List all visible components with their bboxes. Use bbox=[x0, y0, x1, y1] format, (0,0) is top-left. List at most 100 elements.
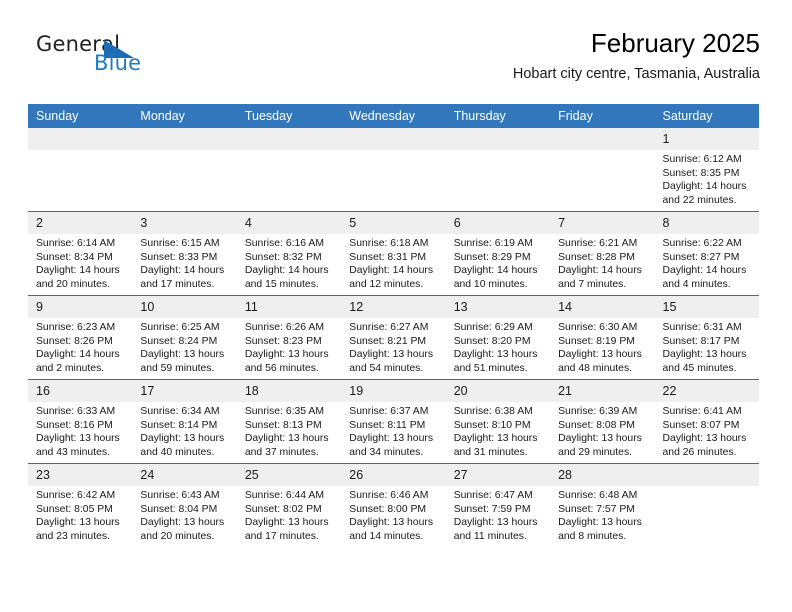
sun-info: Sunrise: 6:41 AM Sunset: 8:07 PM Daylight:… bbox=[655, 402, 759, 459]
daylight-text: Daylight: 13 hours and 51 minutes. bbox=[453, 349, 538, 374]
calendar-day-cell[interactable]: 13 Sunrise: 6:29 AM Sunset: 8:20 PM Dayligh… bbox=[445, 295, 551, 380]
sunset-text: Sunset: 8:16 PM bbox=[36, 419, 113, 431]
calendar-day-cell[interactable]: 17 Sunrise: 6:34 AM Sunset: 8:14 PM Dayligh… bbox=[132, 379, 237, 464]
day-number: 14 bbox=[550, 296, 655, 318]
calendar-day-cell[interactable]: 3 Sunrise: 6:15 AM Sunset: 8:33 PM Daylight… bbox=[132, 211, 237, 296]
calendar-day-cell[interactable]: 20 Sunrise: 6:38 AM Sunset: 8:10 PM Dayligh… bbox=[445, 379, 551, 464]
day-number bbox=[341, 128, 446, 150]
day-number: 15 bbox=[654, 296, 759, 318]
sunset-text: Sunset: 8:07 PM bbox=[662, 419, 740, 431]
calendar-day-cell[interactable]: 10 Sunrise: 6:25 AM Sunset: 8:24 PM Dayligh… bbox=[132, 295, 237, 380]
day-number: 20 bbox=[445, 380, 551, 402]
day-number: 4 bbox=[236, 212, 342, 234]
calendar-day-cell[interactable]: 1 Sunrise: 6:12 AM Sunset: 8:35 PM Daylight… bbox=[654, 128, 759, 212]
calendar-day-cell[interactable]: 5 Sunrise: 6:18 AM Sunset: 8:31 PM Daylight… bbox=[341, 211, 446, 296]
sunrise-text: Sunrise: 6:19 AM bbox=[453, 238, 533, 249]
sunset-text: Sunset: 8:32 PM bbox=[244, 251, 322, 263]
calendar-day-cell[interactable]: 14 Sunrise: 6:30 AM Sunset: 8:19 PM Dayligh… bbox=[550, 295, 655, 380]
sun-info: Sunrise: 6:21 AM Sunset: 8:28 PM Daylight:… bbox=[550, 234, 654, 291]
brand-logo[interactable]: General Blue bbox=[36, 32, 166, 82]
sun-info: Sunrise: 6:16 AM Sunset: 8:32 PM Daylight:… bbox=[237, 234, 341, 291]
day-number bbox=[132, 128, 237, 150]
daylight-text: Daylight: 13 hours and 43 minutes. bbox=[36, 433, 120, 458]
calendar-day-cell[interactable]: 8 Sunrise: 6:22 AM Sunset: 8:27 PM Daylight… bbox=[654, 211, 759, 296]
sun-info: Sunrise: 6:43 AM Sunset: 8:04 PM Daylight:… bbox=[132, 486, 236, 543]
sunset-text: Sunset: 8:29 PM bbox=[453, 251, 531, 263]
sunset-text: Sunset: 8:24 PM bbox=[140, 335, 218, 347]
calendar-day-cell[interactable]: 23 Sunrise: 6:42 AM Sunset: 8:05 PM Dayligh… bbox=[28, 463, 133, 547]
sunset-text: Sunset: 8:26 PM bbox=[36, 335, 113, 347]
daylight-text: Daylight: 13 hours and 37 minutes. bbox=[244, 433, 329, 458]
sunset-text: Sunset: 8:21 PM bbox=[349, 335, 427, 347]
calendar-day-cell[interactable]: 19 Sunrise: 6:37 AM Sunset: 8:11 PM Dayligh… bbox=[341, 379, 446, 464]
calendar-week-row: 23 Sunrise: 6:42 AM Sunset: 8:05 PM Dayligh… bbox=[28, 463, 759, 547]
sun-info: Sunrise: 6:27 AM Sunset: 8:21 PM Daylight:… bbox=[341, 318, 445, 375]
sun-info: Sunrise: 6:23 AM Sunset: 8:26 PM Daylight:… bbox=[28, 318, 132, 375]
daylight-text: Daylight: 13 hours and 56 minutes. bbox=[244, 349, 329, 374]
sun-info: Sunrise: 6:12 AM Sunset: 8:35 PM Daylight:… bbox=[655, 150, 759, 207]
sunrise-text: Sunrise: 6:27 AM bbox=[349, 322, 429, 333]
sunrise-text: Sunrise: 6:23 AM bbox=[36, 322, 116, 333]
day-number bbox=[236, 128, 342, 150]
calendar-day-cell[interactable]: 9 Sunrise: 6:23 AM Sunset: 8:26 PM Daylight… bbox=[28, 295, 133, 380]
sun-info: Sunrise: 6:47 AM Sunset: 7:59 PM Daylight:… bbox=[446, 486, 550, 543]
calendar-day-cell[interactable]: 22 Sunrise: 6:41 AM Sunset: 8:07 PM Dayligh… bbox=[654, 379, 759, 464]
sun-info: Sunrise: 6:15 AM Sunset: 8:33 PM Daylight:… bbox=[132, 234, 236, 291]
day-number: 10 bbox=[132, 296, 237, 318]
daylight-text: Daylight: 14 hours and 17 minutes. bbox=[140, 265, 225, 290]
day-number: 13 bbox=[445, 296, 551, 318]
daylight-text: Daylight: 14 hours and 2 minutes. bbox=[36, 349, 120, 374]
sunrise-text: Sunrise: 6:37 AM bbox=[349, 406, 429, 417]
calendar-day-cell[interactable]: 12 Sunrise: 6:27 AM Sunset: 8:21 PM Dayligh… bbox=[341, 295, 446, 380]
day-number: 6 bbox=[445, 212, 551, 234]
calendar-day-cell[interactable]: 25 Sunrise: 6:44 AM Sunset: 8:02 PM Dayligh… bbox=[236, 463, 342, 547]
day-number: 22 bbox=[654, 380, 759, 402]
calendar-day-cell[interactable]: 15 Sunrise: 6:31 AM Sunset: 8:17 PM Dayligh… bbox=[654, 295, 759, 380]
calendar-day-cell[interactable]: 7 Sunrise: 6:21 AM Sunset: 8:28 PM Daylight… bbox=[550, 211, 655, 296]
sun-info: Sunrise: 6:30 AM Sunset: 8:19 PM Daylight:… bbox=[550, 318, 654, 375]
daylight-text: Daylight: 14 hours and 15 minutes. bbox=[244, 265, 329, 290]
weekday-header-tuesday: Tuesday bbox=[236, 104, 342, 128]
day-number: 27 bbox=[445, 464, 551, 486]
sunrise-text: Sunrise: 6:35 AM bbox=[244, 406, 324, 417]
calendar-day-cell[interactable]: 21 Sunrise: 6:39 AM Sunset: 8:08 PM Dayligh… bbox=[550, 379, 655, 464]
daylight-text: Daylight: 13 hours and 29 minutes. bbox=[558, 433, 642, 458]
calendar-day-cell[interactable]: 24 Sunrise: 6:43 AM Sunset: 8:04 PM Dayligh… bbox=[132, 463, 237, 547]
calendar-day-cell[interactable]: 27 Sunrise: 6:47 AM Sunset: 7:59 PM Dayligh… bbox=[445, 463, 551, 547]
calendar-day-cell[interactable]: 28 Sunrise: 6:48 AM Sunset: 7:57 PM Dayligh… bbox=[550, 463, 655, 547]
calendar-day-cell-empty bbox=[445, 128, 551, 212]
sunrise-text: Sunrise: 6:48 AM bbox=[558, 490, 638, 501]
sun-info: Sunrise: 6:29 AM Sunset: 8:20 PM Daylight:… bbox=[446, 318, 550, 375]
sunrise-text: Sunrise: 6:21 AM bbox=[558, 238, 638, 249]
daylight-text: Daylight: 13 hours and 23 minutes. bbox=[36, 517, 120, 542]
day-number: 11 bbox=[236, 296, 342, 318]
day-number: 25 bbox=[236, 464, 342, 486]
calendar-week-row: 2 Sunrise: 6:14 AM Sunset: 8:34 PM Daylight… bbox=[28, 211, 759, 296]
sunrise-text: Sunrise: 6:41 AM bbox=[662, 406, 742, 417]
calendar-week-row: 16 Sunrise: 6:33 AM Sunset: 8:16 PM Dayligh… bbox=[28, 379, 759, 464]
sunset-text: Sunset: 8:13 PM bbox=[244, 419, 322, 431]
day-number: 19 bbox=[341, 380, 446, 402]
daylight-text: Daylight: 14 hours and 12 minutes. bbox=[349, 265, 434, 290]
daylight-text: Daylight: 13 hours and 31 minutes. bbox=[453, 433, 538, 458]
sun-info: Sunrise: 6:19 AM Sunset: 8:29 PM Daylight:… bbox=[446, 234, 550, 291]
sun-info: Sunrise: 6:39 AM Sunset: 8:08 PM Daylight:… bbox=[550, 402, 654, 459]
calendar-day-cell[interactable]: 26 Sunrise: 6:46 AM Sunset: 8:00 PM Dayligh… bbox=[341, 463, 446, 547]
calendar-day-cell[interactable]: 6 Sunrise: 6:19 AM Sunset: 8:29 PM Daylight… bbox=[445, 211, 551, 296]
calendar-day-cell[interactable]: 11 Sunrise: 6:26 AM Sunset: 8:23 PM Dayligh… bbox=[236, 295, 342, 380]
sun-info: Sunrise: 6:26 AM Sunset: 8:23 PM Daylight:… bbox=[237, 318, 341, 375]
day-number: 8 bbox=[654, 212, 759, 234]
day-number: 23 bbox=[28, 464, 133, 486]
sunrise-text: Sunrise: 6:14 AM bbox=[36, 238, 116, 249]
calendar-day-cell[interactable]: 4 Sunrise: 6:16 AM Sunset: 8:32 PM Daylight… bbox=[236, 211, 342, 296]
calendar-day-cell[interactable]: 16 Sunrise: 6:33 AM Sunset: 8:16 PM Dayligh… bbox=[28, 379, 133, 464]
calendar-body: 1 Sunrise: 6:12 AM Sunset: 8:35 PM Daylight… bbox=[28, 128, 759, 547]
daylight-text: Daylight: 13 hours and 26 minutes. bbox=[662, 433, 747, 458]
sunset-text: Sunset: 8:11 PM bbox=[349, 419, 426, 431]
sunrise-text: Sunrise: 6:26 AM bbox=[244, 322, 324, 333]
calendar-day-cell[interactable]: 18 Sunrise: 6:35 AM Sunset: 8:13 PM Dayligh… bbox=[236, 379, 342, 464]
sunrise-text: Sunrise: 6:39 AM bbox=[558, 406, 638, 417]
calendar-page: General Blue February 2025 Hobart city c… bbox=[0, 0, 792, 612]
calendar-day-cell[interactable]: 2 Sunrise: 6:14 AM Sunset: 8:34 PM Daylight… bbox=[28, 211, 133, 296]
calendar-day-cell-empty bbox=[341, 128, 446, 212]
